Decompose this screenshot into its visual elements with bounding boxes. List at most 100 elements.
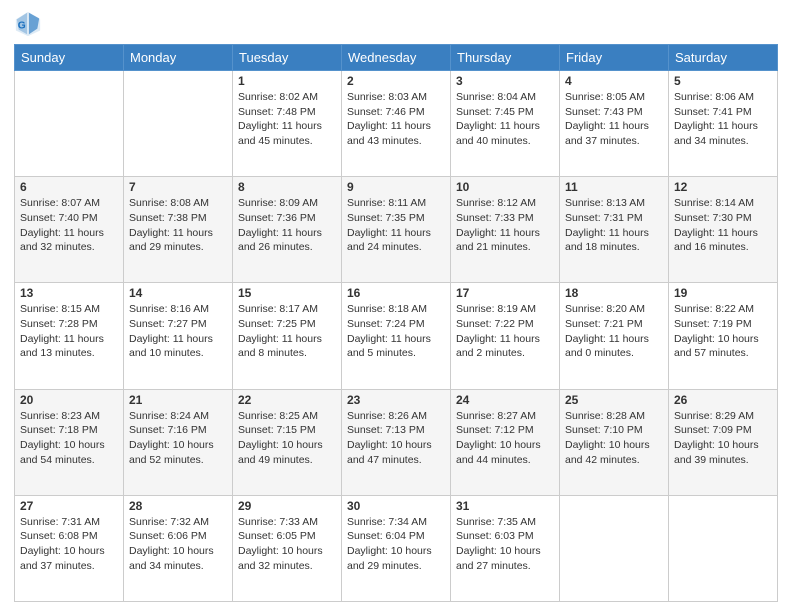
calendar-cell: 11 Sunrise: 8:13 AM Sunset: 7:31 PM Dayli… <box>560 177 669 283</box>
logo: G <box>14 10 44 38</box>
day-info: Sunrise: 8:22 AM Sunset: 7:19 PM Dayligh… <box>674 302 772 361</box>
weekday-friday: Friday <box>560 45 669 71</box>
calendar-cell: 7 Sunrise: 8:08 AM Sunset: 7:38 PM Daylig… <box>124 177 233 283</box>
calendar-cell: 29 Sunrise: 7:33 AM Sunset: 6:05 PM Dayli… <box>233 495 342 601</box>
day-number: 22 <box>238 393 336 407</box>
day-info: Sunrise: 8:14 AM Sunset: 7:30 PM Dayligh… <box>674 196 772 255</box>
header: G <box>14 10 778 38</box>
calendar-cell: 20 Sunrise: 8:23 AM Sunset: 7:18 PM Dayli… <box>15 389 124 495</box>
calendar-cell: 27 Sunrise: 7:31 AM Sunset: 6:08 PM Dayli… <box>15 495 124 601</box>
day-number: 24 <box>456 393 554 407</box>
day-number: 17 <box>456 286 554 300</box>
day-number: 9 <box>347 180 445 194</box>
day-number: 1 <box>238 74 336 88</box>
day-info: Sunrise: 8:23 AM Sunset: 7:18 PM Dayligh… <box>20 409 118 468</box>
day-info: Sunrise: 8:08 AM Sunset: 7:38 PM Dayligh… <box>129 196 227 255</box>
weekday-sunday: Sunday <box>15 45 124 71</box>
day-info: Sunrise: 8:25 AM Sunset: 7:15 PM Dayligh… <box>238 409 336 468</box>
day-info: Sunrise: 8:26 AM Sunset: 7:13 PM Dayligh… <box>347 409 445 468</box>
day-info: Sunrise: 8:12 AM Sunset: 7:33 PM Dayligh… <box>456 196 554 255</box>
logo-icon: G <box>14 10 42 38</box>
calendar-cell: 19Sunrise: 8:22 AM Sunset: 7:19 PM Dayli… <box>669 283 778 389</box>
day-info: Sunrise: 7:35 AM Sunset: 6:03 PM Dayligh… <box>456 515 554 574</box>
day-number: 16 <box>347 286 445 300</box>
day-number: 26 <box>674 393 772 407</box>
calendar-row-2: 13Sunrise: 8:15 AM Sunset: 7:28 PM Dayli… <box>15 283 778 389</box>
calendar-cell <box>124 71 233 177</box>
calendar-cell: 4 Sunrise: 8:05 AM Sunset: 7:43 PM Daylig… <box>560 71 669 177</box>
day-info: Sunrise: 8:29 AM Sunset: 7:09 PM Dayligh… <box>674 409 772 468</box>
day-info: Sunrise: 8:19 AM Sunset: 7:22 PM Dayligh… <box>456 302 554 361</box>
weekday-saturday: Saturday <box>669 45 778 71</box>
calendar-cell: 22 Sunrise: 8:25 AM Sunset: 7:15 PM Dayli… <box>233 389 342 495</box>
calendar-cell: 21Sunrise: 8:24 AM Sunset: 7:16 PM Dayli… <box>124 389 233 495</box>
calendar-cell <box>560 495 669 601</box>
day-number: 31 <box>456 499 554 513</box>
day-number: 4 <box>565 74 663 88</box>
calendar-row-0: 1 Sunrise: 8:02 AM Sunset: 7:48 PM Daylig… <box>15 71 778 177</box>
day-number: 20 <box>20 393 118 407</box>
calendar-row-4: 27 Sunrise: 7:31 AM Sunset: 6:08 PM Dayli… <box>15 495 778 601</box>
weekday-thursday: Thursday <box>451 45 560 71</box>
calendar-cell: 23 Sunrise: 8:26 AM Sunset: 7:13 PM Dayli… <box>342 389 451 495</box>
day-number: 14 <box>129 286 227 300</box>
calendar-cell <box>669 495 778 601</box>
day-info: Sunrise: 8:02 AM Sunset: 7:48 PM Dayligh… <box>238 90 336 149</box>
day-number: 8 <box>238 180 336 194</box>
day-info: Sunrise: 8:07 AM Sunset: 7:40 PM Dayligh… <box>20 196 118 255</box>
svg-text:G: G <box>18 21 26 32</box>
weekday-header-row: SundayMondayTuesdayWednesdayThursdayFrid… <box>15 45 778 71</box>
calendar-cell: 28 Sunrise: 7:32 AM Sunset: 6:06 PM Dayli… <box>124 495 233 601</box>
day-number: 28 <box>129 499 227 513</box>
day-number: 29 <box>238 499 336 513</box>
weekday-monday: Monday <box>124 45 233 71</box>
day-number: 27 <box>20 499 118 513</box>
day-info: Sunrise: 8:03 AM Sunset: 7:46 PM Dayligh… <box>347 90 445 149</box>
calendar-cell: 13Sunrise: 8:15 AM Sunset: 7:28 PM Dayli… <box>15 283 124 389</box>
calendar-cell: 10 Sunrise: 8:12 AM Sunset: 7:33 PM Dayli… <box>451 177 560 283</box>
calendar-cell: 16 Sunrise: 8:18 AM Sunset: 7:24 PM Dayli… <box>342 283 451 389</box>
day-info: Sunrise: 8:09 AM Sunset: 7:36 PM Dayligh… <box>238 196 336 255</box>
calendar-row-3: 20 Sunrise: 8:23 AM Sunset: 7:18 PM Dayli… <box>15 389 778 495</box>
day-info: Sunrise: 8:28 AM Sunset: 7:10 PM Dayligh… <box>565 409 663 468</box>
day-info: Sunrise: 7:34 AM Sunset: 6:04 PM Dayligh… <box>347 515 445 574</box>
day-number: 11 <box>565 180 663 194</box>
calendar-table: SundayMondayTuesdayWednesdayThursdayFrid… <box>14 44 778 602</box>
weekday-tuesday: Tuesday <box>233 45 342 71</box>
day-number: 25 <box>565 393 663 407</box>
day-number: 23 <box>347 393 445 407</box>
day-number: 2 <box>347 74 445 88</box>
calendar-cell: 24 Sunrise: 8:27 AM Sunset: 7:12 PM Dayli… <box>451 389 560 495</box>
calendar-cell: 8 Sunrise: 8:09 AM Sunset: 7:36 PM Daylig… <box>233 177 342 283</box>
day-info: Sunrise: 8:06 AM Sunset: 7:41 PM Dayligh… <box>674 90 772 149</box>
day-number: 30 <box>347 499 445 513</box>
calendar-cell: 15Sunrise: 8:17 AM Sunset: 7:25 PM Dayli… <box>233 283 342 389</box>
day-info: Sunrise: 7:32 AM Sunset: 6:06 PM Dayligh… <box>129 515 227 574</box>
calendar-cell: 9 Sunrise: 8:11 AM Sunset: 7:35 PM Daylig… <box>342 177 451 283</box>
day-info: Sunrise: 8:20 AM Sunset: 7:21 PM Dayligh… <box>565 302 663 361</box>
day-number: 10 <box>456 180 554 194</box>
day-number: 5 <box>674 74 772 88</box>
calendar-cell: 17 Sunrise: 8:19 AM Sunset: 7:22 PM Dayli… <box>451 283 560 389</box>
day-info: Sunrise: 8:13 AM Sunset: 7:31 PM Dayligh… <box>565 196 663 255</box>
calendar-cell: 5 Sunrise: 8:06 AM Sunset: 7:41 PM Daylig… <box>669 71 778 177</box>
calendar-cell: 14 Sunrise: 8:16 AM Sunset: 7:27 PM Dayli… <box>124 283 233 389</box>
day-info: Sunrise: 7:33 AM Sunset: 6:05 PM Dayligh… <box>238 515 336 574</box>
day-info: Sunrise: 8:05 AM Sunset: 7:43 PM Dayligh… <box>565 90 663 149</box>
day-info: Sunrise: 8:18 AM Sunset: 7:24 PM Dayligh… <box>347 302 445 361</box>
day-info: Sunrise: 8:16 AM Sunset: 7:27 PM Dayligh… <box>129 302 227 361</box>
calendar-cell: 2 Sunrise: 8:03 AM Sunset: 7:46 PM Daylig… <box>342 71 451 177</box>
day-info: Sunrise: 8:17 AM Sunset: 7:25 PM Dayligh… <box>238 302 336 361</box>
day-info: Sunrise: 8:27 AM Sunset: 7:12 PM Dayligh… <box>456 409 554 468</box>
calendar-cell: 3 Sunrise: 8:04 AM Sunset: 7:45 PM Daylig… <box>451 71 560 177</box>
day-info: Sunrise: 8:11 AM Sunset: 7:35 PM Dayligh… <box>347 196 445 255</box>
day-number: 21 <box>129 393 227 407</box>
calendar-cell <box>15 71 124 177</box>
calendar-cell: 6 Sunrise: 8:07 AM Sunset: 7:40 PM Daylig… <box>15 177 124 283</box>
day-info: Sunrise: 8:04 AM Sunset: 7:45 PM Dayligh… <box>456 90 554 149</box>
day-number: 7 <box>129 180 227 194</box>
page: G SundayMondayTuesdayWednesdayThursdayFr… <box>0 0 792 612</box>
day-number: 3 <box>456 74 554 88</box>
day-number: 6 <box>20 180 118 194</box>
day-info: Sunrise: 7:31 AM Sunset: 6:08 PM Dayligh… <box>20 515 118 574</box>
